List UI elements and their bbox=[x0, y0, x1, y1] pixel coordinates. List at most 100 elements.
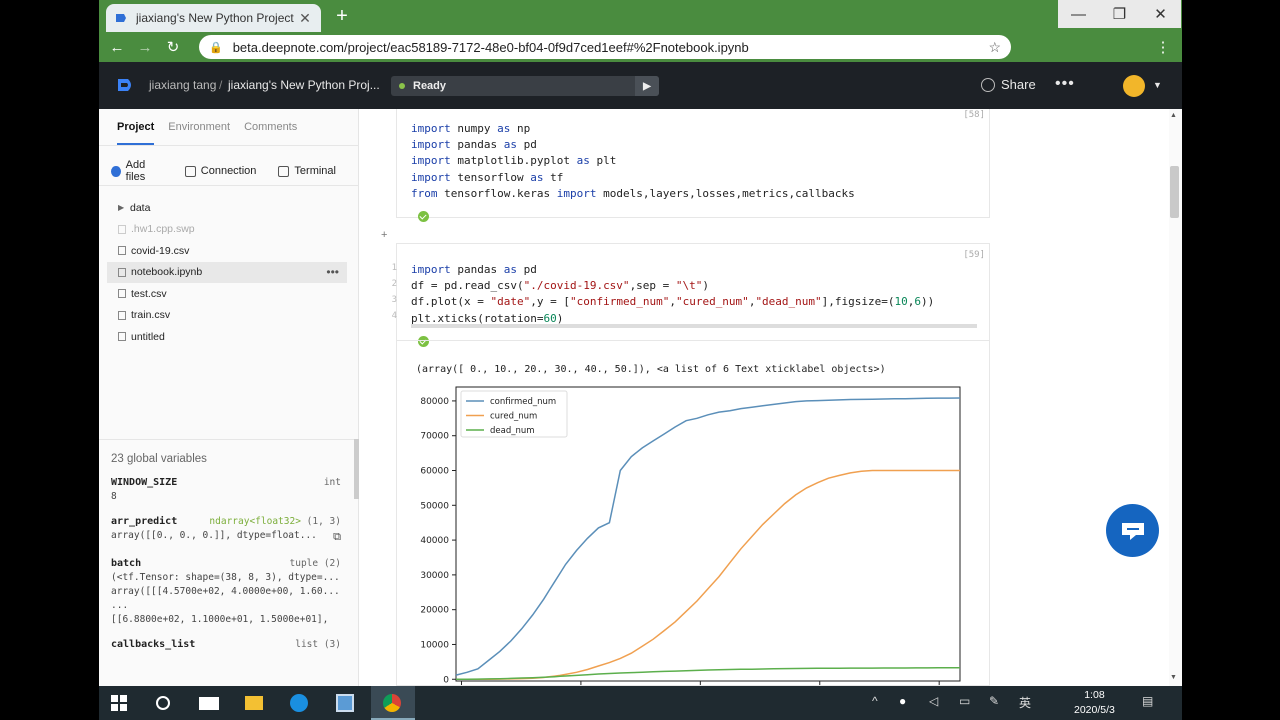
variable-value: array([[[4.5700e+02, 4.0000e+00, 1.60... bbox=[111, 586, 340, 597]
ime-indicator[interactable]: 英 bbox=[1019, 694, 1031, 711]
more-options-icon[interactable]: ••• bbox=[1055, 75, 1075, 93]
file-icon bbox=[118, 246, 126, 256]
variable-item[interactable]: callbacks_list list (3) bbox=[111, 639, 341, 650]
variables-title: 23 global variables bbox=[111, 453, 207, 465]
code-editor[interactable]: 1 2 3 4 import pandas as pd df = pd.read… bbox=[392, 262, 989, 327]
add-files-button[interactable]: Add files bbox=[111, 159, 163, 183]
horizontal-scrollbar[interactable] bbox=[411, 324, 977, 328]
bookmark-star-icon[interactable]: ☆ bbox=[988, 39, 1001, 56]
wechat-icon[interactable]: ● bbox=[899, 694, 906, 708]
file-item-data[interactable]: ▶ data bbox=[107, 197, 347, 219]
file-item-test-csv[interactable]: test.csv bbox=[107, 283, 347, 305]
y-tick-label: 0 bbox=[443, 675, 449, 685]
variable-item[interactable]: arr_predict ndarray<float32> (1, 3) array… bbox=[111, 516, 341, 544]
file-name: data bbox=[130, 201, 151, 214]
avatar[interactable] bbox=[1123, 75, 1145, 97]
search-circle-icon[interactable] bbox=[153, 693, 173, 713]
variable-shape: (1, 3) bbox=[306, 516, 341, 527]
code-cell-imports[interactable]: [58] import numpy as np import pandas as… bbox=[396, 109, 990, 222]
file-item-notebook[interactable]: notebook.ipynb ••• bbox=[107, 261, 347, 283]
share-button[interactable]: Share bbox=[981, 77, 1036, 92]
sidebar: Project Environment Comments Add files C… bbox=[99, 109, 359, 686]
reload-icon[interactable]: ↻ bbox=[159, 38, 187, 56]
network-icon[interactable]: ▭ bbox=[959, 694, 970, 708]
file-icon bbox=[118, 310, 126, 320]
chrome-icon[interactable] bbox=[382, 693, 402, 713]
scroll-down-icon[interactable]: ▼ bbox=[1170, 674, 1177, 681]
close-window-icon[interactable]: ✕ bbox=[1140, 0, 1181, 28]
globe-icon bbox=[981, 77, 995, 92]
back-icon[interactable]: ← bbox=[103, 39, 131, 56]
pen-icon[interactable]: ✎ bbox=[989, 694, 999, 708]
windows-start-icon[interactable] bbox=[109, 693, 129, 713]
connection-label: Connection bbox=[200, 165, 257, 177]
app-header: jiaxiang tang / jiaxiang's New Python Pr… bbox=[99, 62, 1182, 109]
scroll-up-icon[interactable]: ▲ bbox=[1170, 112, 1177, 119]
chevron-right-icon: ▶ bbox=[118, 203, 125, 213]
terminal-button[interactable]: Terminal bbox=[278, 159, 336, 183]
app-icon[interactable] bbox=[335, 693, 355, 713]
legend-label: cured_num bbox=[490, 412, 537, 422]
variable-name: arr_predict bbox=[111, 516, 178, 527]
y-tick-label: 60000 bbox=[420, 467, 449, 477]
database-icon bbox=[184, 165, 196, 177]
minimize-icon[interactable]: — bbox=[1058, 0, 1099, 28]
file-more-icon[interactable]: ••• bbox=[326, 265, 339, 279]
run-play-icon[interactable]: ▶ bbox=[635, 76, 659, 96]
variable-item[interactable]: batch tuple (2) (<tf.Tensor: shape=(38, 8… bbox=[111, 558, 341, 625]
edge-browser-icon[interactable] bbox=[289, 693, 309, 713]
execution-count: [58] bbox=[963, 110, 985, 120]
variable-name: WINDOW_SIZE bbox=[111, 477, 178, 488]
tab-comments[interactable]: Comments bbox=[244, 121, 297, 145]
tab-environment[interactable]: Environment bbox=[168, 121, 230, 145]
open-external-icon[interactable]: ⧉ bbox=[333, 530, 341, 544]
mail-icon[interactable] bbox=[199, 693, 219, 713]
os-taskbar: ^ ● ◁ ▭ ✎ 英 1:08 2020/5/3 ▤ bbox=[99, 686, 1182, 720]
breadcrumb-user[interactable]: jiaxiang tang bbox=[149, 78, 216, 92]
file-name: untitled bbox=[131, 330, 165, 343]
success-check-icon bbox=[418, 336, 429, 347]
restore-icon[interactable]: ❐ bbox=[1099, 0, 1140, 28]
deepnote-favicon-icon bbox=[116, 14, 126, 22]
line-number: 1 bbox=[391, 263, 397, 273]
code-editor[interactable]: import numpy as np import pandas as pd i… bbox=[397, 109, 989, 202]
new-tab-button[interactable]: + bbox=[331, 5, 353, 28]
connection-button[interactable]: Connection bbox=[184, 159, 257, 183]
variable-value: 8 bbox=[111, 491, 117, 502]
y-tick-label: 50000 bbox=[420, 501, 449, 511]
close-tab-icon[interactable]: ✕ bbox=[297, 10, 313, 27]
tab-project[interactable]: Project bbox=[117, 121, 155, 145]
clock[interactable]: 1:08 2020/5/3 bbox=[1074, 688, 1115, 718]
success-check-icon bbox=[418, 211, 429, 222]
add-cell-icon[interactable]: + bbox=[381, 229, 387, 241]
variable-type: ndarray<float32> bbox=[209, 516, 301, 527]
browser-menu-icon[interactable]: ⋮ bbox=[1149, 38, 1177, 56]
tray-expand-icon[interactable]: ^ bbox=[872, 694, 878, 708]
file-icon bbox=[118, 332, 126, 342]
line-chart: 0 10000 20000 30000 40000 50000 60000 70000 8000… bbox=[420, 386, 961, 685]
chat-support-button[interactable] bbox=[1106, 504, 1159, 557]
file-icon bbox=[118, 224, 126, 234]
chevron-down-icon[interactable]: ▼ bbox=[1153, 80, 1162, 90]
line-number: 4 bbox=[391, 311, 397, 321]
deepnote-logo-icon[interactable] bbox=[116, 75, 136, 95]
navigation-bar: ← → ↻ 🔒 beta.deepnote.com/project/eac581… bbox=[99, 32, 1182, 88]
lock-icon: 🔒 bbox=[209, 41, 223, 54]
main-scrollbar-thumb[interactable] bbox=[1170, 166, 1179, 218]
variable-item[interactable]: WINDOW_SIZE int 8 bbox=[111, 477, 341, 502]
file-item-covid-csv[interactable]: covid-19.csv bbox=[107, 240, 347, 262]
notification-icon[interactable]: ▤ bbox=[1142, 694, 1153, 708]
url-text: beta.deepnote.com/project/eac58189-7172-… bbox=[232, 39, 749, 55]
file-explorer-icon[interactable] bbox=[244, 693, 264, 713]
address-bar[interactable]: 🔒 beta.deepnote.com/project/eac58189-717… bbox=[199, 35, 1011, 59]
file-item-hw1-swp[interactable]: .hw1.cpp.swp bbox=[107, 219, 347, 241]
variable-type: list (3) bbox=[295, 639, 341, 650]
execution-count: [59] bbox=[963, 250, 985, 260]
browser-tab[interactable]: jiaxiang's New Python Project ✕ bbox=[106, 4, 321, 32]
breadcrumb-project[interactable]: jiaxiang's New Python Proj... bbox=[228, 78, 380, 92]
forward-icon[interactable]: → bbox=[131, 39, 159, 56]
file-item-train-csv[interactable]: train.csv bbox=[107, 305, 347, 327]
sidebar-actions: Add files Connection Terminal bbox=[111, 159, 358, 183]
volume-icon[interactable]: ◁ bbox=[929, 694, 938, 708]
file-item-untitled[interactable]: untitled bbox=[107, 326, 347, 348]
